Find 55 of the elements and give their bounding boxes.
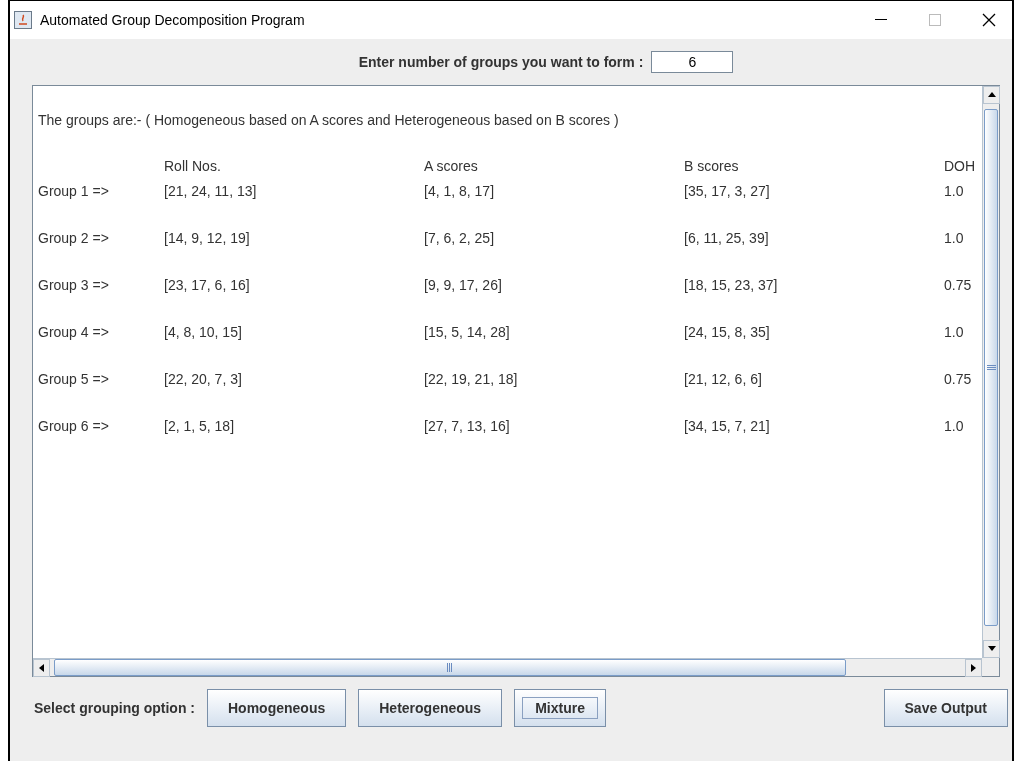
- group-label: Group 6 =>: [38, 418, 110, 434]
- app-icon: [14, 11, 32, 29]
- column-header: A scores: [424, 158, 479, 174]
- group-value: 1.0: [944, 230, 965, 246]
- column-header: B scores: [684, 158, 740, 174]
- group-value: [4, 1, 8, 17]: [424, 183, 496, 199]
- group-count-label: Enter number of groups you want to form :: [358, 54, 644, 70]
- grip-icon: [986, 364, 996, 371]
- group-value: [34, 15, 7, 21]: [684, 418, 771, 434]
- grip-icon: [447, 663, 453, 672]
- scroll-up-button[interactable]: [983, 86, 1000, 104]
- maximize-icon: [929, 14, 941, 26]
- group-value: 1.0: [944, 183, 965, 199]
- group-label: Group 1 =>: [38, 183, 110, 199]
- scrollbar-corner: [982, 658, 999, 676]
- group-value: [2, 1, 5, 18]: [164, 418, 236, 434]
- triangle-up-icon: [986, 90, 997, 100]
- group-value: [7, 6, 2, 25]: [424, 230, 496, 246]
- grouping-button[interactable]: Mixture: [514, 689, 606, 727]
- column-header: DOH: [944, 158, 977, 174]
- group-value: [15, 5, 14, 28]: [424, 324, 511, 340]
- grouping-button[interactable]: Homogeneous: [207, 689, 347, 727]
- group-label: Group 4 =>: [38, 324, 110, 340]
- group-label: Group 5 =>: [38, 371, 110, 387]
- group-value: 0.75: [944, 277, 973, 293]
- close-icon: [982, 13, 996, 27]
- group-value: [21, 24, 11, 13]: [164, 183, 258, 199]
- scroll-down-button[interactable]: [983, 640, 1000, 658]
- scroll-left-button[interactable]: [33, 659, 50, 677]
- window-title: Automated Group Decomposition Program: [40, 12, 306, 28]
- group-value: [14, 9, 12, 19]: [164, 230, 251, 246]
- scroll-right-button[interactable]: [965, 659, 982, 677]
- group-value: [6, 11, 25, 39]: [684, 230, 770, 246]
- group-value: [21, 12, 6, 6]: [684, 371, 763, 387]
- group-value: [27, 7, 13, 16]: [424, 418, 511, 434]
- group-value: 1.0: [944, 418, 965, 434]
- group-value: [9, 9, 17, 26]: [424, 277, 503, 293]
- column-header: Roll Nos.: [164, 158, 222, 174]
- group-value: [23, 17, 6, 16]: [164, 277, 251, 293]
- grouping-button[interactable]: Heterogeneous: [358, 689, 503, 727]
- save-button[interactable]: Save Output: [883, 689, 1008, 727]
- grouping-label: Select grouping option :: [34, 700, 195, 716]
- group-label: Group 2 =>: [38, 230, 110, 246]
- group-value: [22, 19, 21, 18]: [424, 371, 519, 387]
- group-value: 0.75: [944, 371, 973, 387]
- intro-text: The groups are:- ( Homogeneous based on A scores and Heterogeneous based on B scores ): [38, 112, 620, 128]
- group-value: [24, 15, 8, 35]: [684, 324, 771, 340]
- group-value: [22, 20, 7, 3]: [164, 371, 243, 387]
- minimize-icon: [875, 19, 887, 21]
- group-count-field[interactable]: 6: [651, 51, 734, 73]
- group-value: [4, 8, 10, 15]: [164, 324, 243, 340]
- group-value: [35, 17, 3, 27]: [684, 183, 771, 199]
- group-value: [18, 15, 23, 37]: [684, 277, 779, 293]
- group-label: Group 3 =>: [38, 277, 110, 293]
- group-value: 1.0: [944, 324, 965, 340]
